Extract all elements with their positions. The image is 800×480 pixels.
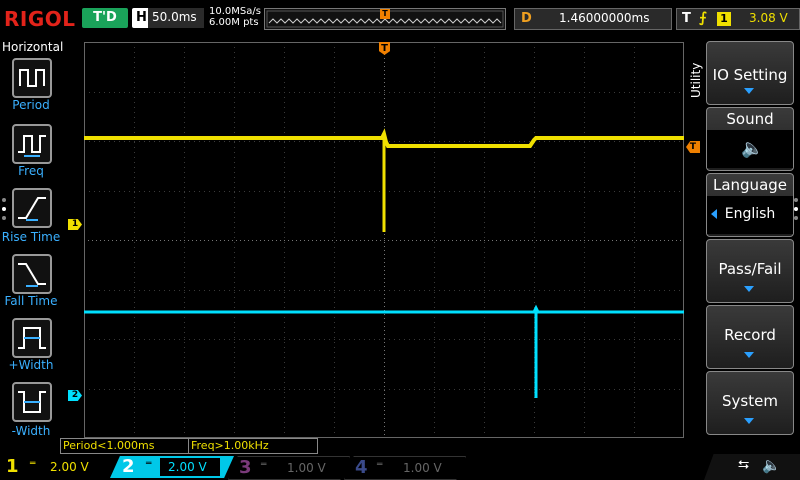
- ch1-number: 1: [6, 456, 19, 477]
- chevron-down-icon: [744, 88, 754, 94]
- language-value: English: [724, 206, 776, 222]
- trigger-level: 3.08 V: [749, 11, 788, 25]
- plus-width-icon: [18, 327, 46, 349]
- usb-icon: ⮀: [738, 457, 750, 473]
- delay-label: D: [521, 11, 532, 26]
- ch1-status[interactable]: 1 ═ 2.00 V: [0, 456, 110, 478]
- rising-edge-icon: ⨍: [699, 10, 707, 26]
- measurement-freq[interactable]: Freq>1.00kHz: [188, 438, 318, 454]
- period-button[interactable]: [12, 58, 52, 98]
- chevron-down-icon: [744, 352, 754, 358]
- timebase-value: 50.0ms: [152, 10, 197, 24]
- brand-logo: RIGOL: [4, 7, 76, 31]
- minus-width-button[interactable]: [12, 382, 52, 422]
- rise-time-label: Rise Time: [1, 230, 61, 244]
- ch1-offset-marker[interactable]: 1: [68, 219, 82, 230]
- ch3-scale: 1.00 V: [287, 461, 326, 475]
- rise-time-icon: [18, 197, 46, 221]
- horizontal-timebase-box[interactable]: H 50.0ms: [132, 8, 204, 28]
- rise-time-button[interactable]: [12, 188, 52, 228]
- chevron-down-icon: [744, 418, 754, 424]
- utility-tab-label: Utility: [689, 62, 703, 98]
- utility-menu-tab: Utility: [688, 40, 706, 100]
- acquisition-info: 10.0MSa/s 6.00M pts: [209, 6, 261, 28]
- ch1-scale: 2.00 V: [50, 460, 89, 474]
- sound-value-bg: 🔈: [707, 130, 793, 168]
- speaker-icon: 🔈: [762, 456, 781, 474]
- delay-value: 1.46000000ms: [559, 11, 650, 25]
- dc-coupling-icon: ═: [146, 459, 152, 469]
- minus-width-icon: [18, 391, 46, 413]
- right-page-indicator: [794, 198, 798, 224]
- io-setting-label: IO Setting: [712, 66, 788, 84]
- record-button[interactable]: Record: [706, 305, 794, 369]
- ch3-number: 3: [239, 457, 252, 478]
- dc-coupling-icon: ═: [30, 459, 36, 469]
- fall-time-icon: [18, 263, 46, 287]
- chevron-down-icon: [744, 286, 754, 292]
- trigger-position-marker: T: [380, 9, 390, 19]
- sound-button[interactable]: Sound 🔈: [706, 107, 794, 171]
- ch4-status[interactable]: 4 ═ 1.00 V: [344, 456, 466, 480]
- ch4-scale: 1.00 V: [403, 461, 442, 475]
- delay-box[interactable]: D 1.46000000ms: [514, 8, 672, 30]
- pass-fail-label: Pass/Fail: [718, 260, 782, 278]
- dc-coupling-icon: ═: [261, 460, 267, 470]
- left-page-indicator: [2, 198, 6, 224]
- fall-time-label: Fall Time: [4, 294, 58, 308]
- ch4-number: 4: [355, 457, 368, 478]
- language-value-bg: English: [707, 196, 793, 234]
- horizontal-label: H: [136, 10, 147, 25]
- freq-icon: [18, 135, 46, 157]
- plus-width-button[interactable]: [12, 318, 52, 358]
- fall-time-button[interactable]: [12, 254, 52, 294]
- memory-overview-strip[interactable]: T: [264, 8, 506, 30]
- trigger-level-marker[interactable]: T: [686, 141, 700, 153]
- speaker-icon: 🔈: [741, 138, 764, 159]
- ch2-scale: 2.00 V: [168, 460, 207, 474]
- period-icon: [19, 69, 45, 87]
- dc-coupling-icon: ═: [377, 460, 383, 470]
- trigger-label: T: [682, 11, 691, 26]
- measurement-period[interactable]: Period<1.000ms: [60, 438, 190, 454]
- plus-width-label: +Width: [8, 358, 54, 372]
- system-button[interactable]: System: [706, 371, 794, 435]
- minus-width-label: -Width: [11, 424, 51, 438]
- sample-rate: 10.0MSa/s: [209, 6, 261, 17]
- ch2-offset-marker[interactable]: 2: [68, 390, 82, 401]
- ch2-status[interactable]: 2 ═ 2.00 V: [110, 456, 234, 478]
- period-label: Period: [12, 98, 50, 112]
- language-label: Language: [712, 176, 788, 194]
- measurement-freq-value: Freq>1.00kHz: [191, 439, 269, 452]
- measurement-period-value: Period<1.000ms: [63, 439, 155, 452]
- trigger-box[interactable]: T ⨍ 1 3.08 V: [676, 8, 800, 30]
- ch3-status[interactable]: 3 ═ 1.00 V: [228, 456, 350, 480]
- system-icons-area: ⮀ 🔈: [704, 454, 800, 480]
- freq-button[interactable]: [12, 124, 52, 164]
- language-button[interactable]: Language English: [706, 173, 794, 237]
- trigger-source: 1: [717, 12, 731, 26]
- system-label: System: [722, 392, 778, 410]
- waveform-display[interactable]: [84, 42, 684, 438]
- ch2-number: 2: [122, 456, 135, 477]
- pass-fail-button[interactable]: Pass/Fail: [706, 239, 794, 303]
- memory-depth: 6.00M pts: [209, 17, 259, 28]
- io-setting-button[interactable]: IO Setting: [706, 41, 794, 105]
- trigger-status-badge: T'D: [82, 8, 128, 28]
- left-menu-title: Horizontal: [2, 40, 64, 54]
- record-label: Record: [724, 326, 776, 344]
- timebase-value-bg: 50.0ms: [148, 8, 204, 28]
- sound-label: Sound: [726, 110, 774, 128]
- freq-label: Freq: [18, 164, 44, 178]
